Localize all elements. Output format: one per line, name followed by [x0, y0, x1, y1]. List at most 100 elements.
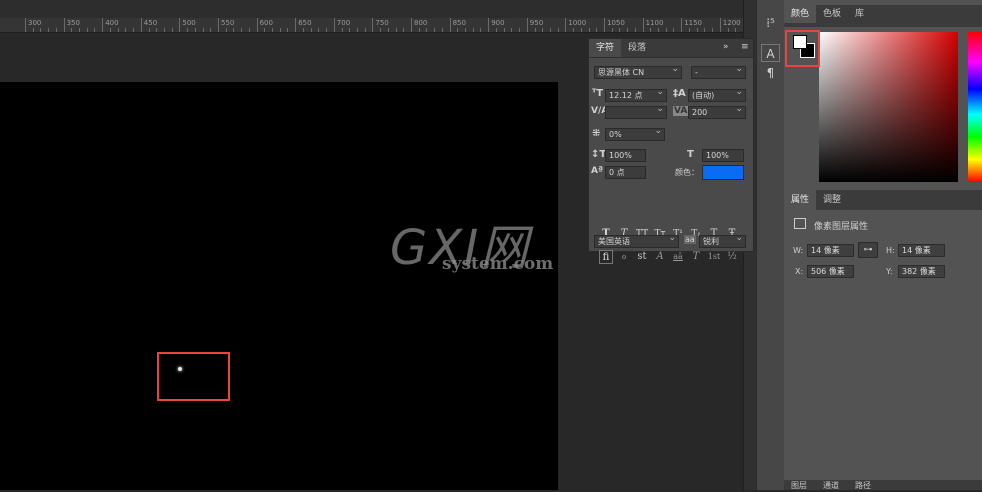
ruler-minor-tick: [187, 28, 188, 32]
tab-properties[interactable]: 属性: [784, 190, 816, 210]
antialias-select[interactable]: 锐利: [699, 235, 746, 248]
highlight-box: [157, 352, 230, 401]
ruler-minor-tick: [403, 28, 404, 32]
ruler-minor-tick: [465, 28, 466, 32]
baseline-shift-field[interactable]: 0 点: [605, 166, 646, 179]
tracking-icon: VA: [673, 106, 688, 116]
tab-libraries[interactable]: 库: [848, 5, 871, 23]
fractions-button[interactable]: ½: [725, 250, 739, 264]
ruler-minor-tick: [287, 28, 288, 32]
horizontal-ruler[interactable]: 3003504004505005506006507007508008509009…: [0, 18, 743, 33]
ruler-tick: 1100: [643, 18, 644, 32]
ruler-minor-tick: [504, 28, 505, 32]
ruler-minor-tick: [457, 28, 458, 32]
ruler-tick-label: 300: [28, 19, 41, 27]
leading-icon: ‡A: [673, 88, 686, 99]
ruler-minor-tick: [125, 28, 126, 32]
ruler-tick: 950: [527, 18, 528, 32]
vertical-scale-field[interactable]: 100%: [605, 149, 646, 162]
font-size-field[interactable]: 12.12 点: [605, 89, 667, 102]
height-field[interactable]: 14 像素: [898, 244, 945, 257]
tracking-field[interactable]: 200: [688, 106, 746, 119]
ruler-minor-tick: [133, 28, 134, 32]
titling-alternates-button[interactable]: T: [689, 250, 703, 264]
ruler-tick-label: 1100: [646, 19, 664, 27]
ligatures-button[interactable]: fi: [599, 250, 613, 264]
horizontal-scale-icon: T: [687, 149, 694, 160]
ruler-minor-tick: [233, 28, 234, 32]
ruler-minor-tick: [272, 28, 273, 32]
ruler-tick-label: 1150: [684, 19, 702, 27]
ruler-minor-tick: [156, 28, 157, 32]
ruler-minor-tick: [496, 28, 497, 32]
tab-character[interactable]: 字符: [589, 39, 621, 57]
ruler-minor-tick: [110, 28, 111, 32]
vertical-scale-icon: ↕T: [591, 149, 606, 160]
width-field[interactable]: 14 像素: [807, 244, 854, 257]
ruler-tick-label: 650: [298, 19, 311, 27]
ruler-minor-tick: [704, 28, 705, 32]
discretionary-ligatures-button[interactable]: st: [635, 250, 649, 264]
font-family-select[interactable]: 思源黑体 CN: [594, 66, 682, 79]
layers-panel-header: 图层 通道 路径: [784, 480, 982, 490]
ruler-minor-tick: [40, 28, 41, 32]
antialias-icon: aa: [684, 235, 696, 244]
horizontal-scale-field[interactable]: 100%: [702, 149, 744, 162]
ruler-tick: 600: [257, 18, 258, 32]
tab-channels[interactable]: 通道: [816, 480, 846, 490]
character-panel: 字符 段落 » ≡ 思源黑体 CN - ᵀT 12.12 点 ‡A (自动) V…: [588, 38, 754, 252]
ruler-minor-tick: [94, 28, 95, 32]
tab-adjustments[interactable]: 调整: [816, 190, 848, 210]
font-style-select[interactable]: -: [691, 66, 746, 79]
properties-panel: 像素图层属性 W: 14 像素 ⊶ H: 14 像素 X: 506 像素 Y: …: [784, 210, 982, 480]
ruler-minor-tick: [342, 28, 343, 32]
hue-slider[interactable]: [968, 32, 982, 182]
character-panel-header: 字符 段落 » ≡: [589, 39, 753, 58]
ruler-minor-tick: [303, 28, 304, 32]
glyph-variants-icon[interactable]: ⁞⁵: [761, 14, 780, 32]
ruler-tick-label: 850: [453, 19, 466, 27]
x-field[interactable]: 506 像素: [807, 265, 854, 278]
ruler-minor-tick: [480, 28, 481, 32]
text-color-swatch[interactable]: [702, 165, 744, 180]
properties-title: 像素图层属性: [814, 219, 868, 232]
ordinals-button[interactable]: 1st: [707, 250, 721, 264]
collapse-icon[interactable]: »: [723, 42, 729, 52]
ruler-tick: 550: [218, 18, 219, 32]
old-style-button[interactable]: ℴ: [617, 250, 631, 264]
ruler-minor-tick: [326, 28, 327, 32]
panel-menu-icon[interactable]: ≡: [741, 42, 749, 52]
color-picker-field[interactable]: [819, 32, 958, 182]
ruler-minor-tick: [442, 28, 443, 32]
ruler-tick: 1050: [604, 18, 605, 32]
tab-swatches[interactable]: 色板: [816, 5, 848, 23]
tab-color[interactable]: 颜色: [784, 5, 816, 23]
kerning-field[interactable]: [605, 106, 667, 119]
ruler-minor-tick: [172, 28, 173, 32]
tsume-field[interactable]: 0%: [605, 128, 665, 141]
tab-paragraph[interactable]: 段落: [621, 39, 653, 57]
ruler-tick: 350: [64, 18, 65, 32]
ruler-tick: 800: [411, 18, 412, 32]
watermark-sub: system.com: [442, 254, 553, 274]
leading-field[interactable]: (自动): [688, 89, 746, 102]
ruler-tick-label: 900: [491, 19, 504, 27]
ruler-minor-tick: [473, 28, 474, 32]
tab-paths[interactable]: 路径: [848, 480, 878, 490]
ruler-tick-label: 350: [67, 19, 80, 27]
language-select[interactable]: 美国英语: [594, 235, 679, 248]
panel-dock-column: ⁞⁵ A ¶: [756, 0, 785, 490]
stylistic-alternates-button[interactable]: aā: [671, 250, 685, 264]
tab-layers[interactable]: 图层: [784, 480, 814, 490]
ruler-minor-tick: [419, 28, 420, 32]
width-label: W:: [793, 246, 803, 255]
link-icon[interactable]: ⊶: [858, 242, 878, 258]
y-field[interactable]: 382 像素: [898, 265, 945, 278]
ruler-minor-tick: [318, 28, 319, 32]
paragraph-icon[interactable]: ¶: [761, 64, 780, 82]
character-panel-icon[interactable]: A: [761, 44, 780, 62]
ruler-minor-tick: [728, 28, 729, 32]
swash-button[interactable]: A: [653, 250, 667, 264]
ruler-minor-tick: [735, 28, 736, 32]
ruler-tick: 1200: [720, 18, 721, 32]
